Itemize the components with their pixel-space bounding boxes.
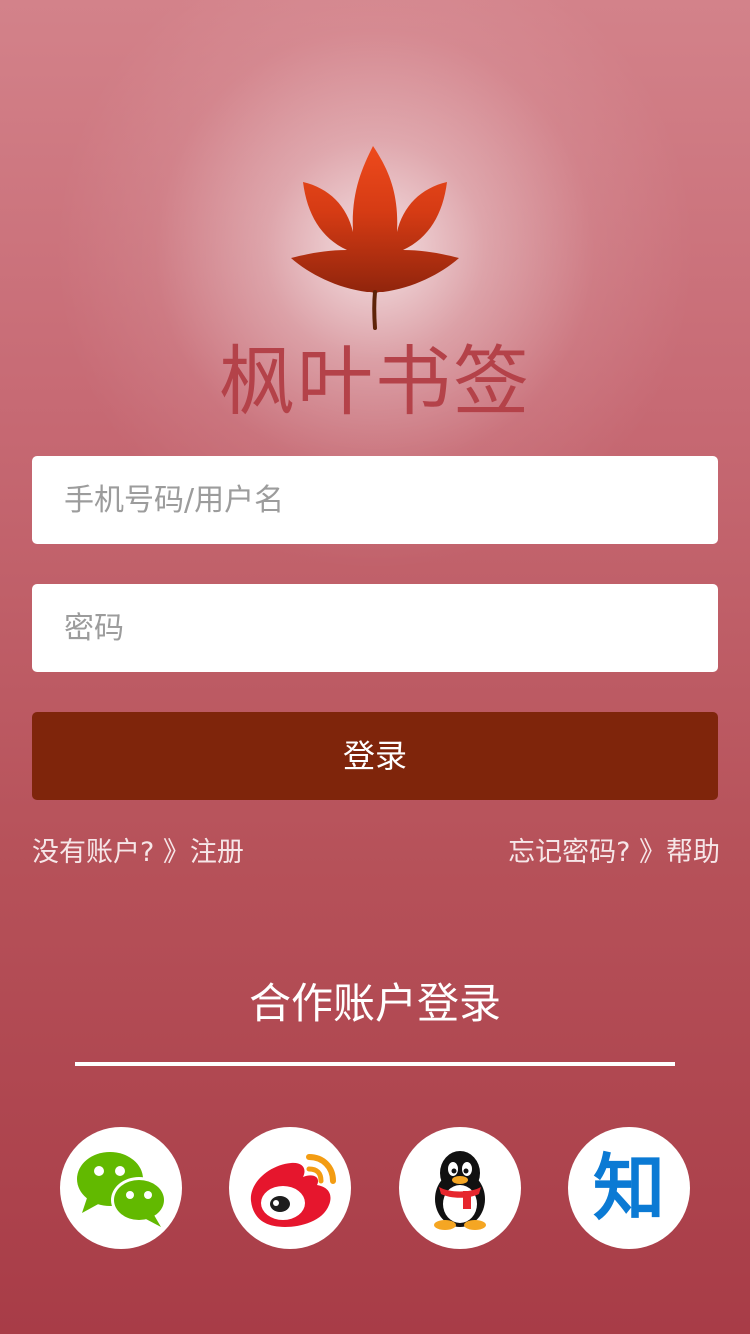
weibo-login-button[interactable] bbox=[229, 1127, 351, 1249]
partner-login-title: 合作账户登录 bbox=[248, 979, 501, 1028]
forgot-password-link[interactable]: 忘记密码? 》帮助 bbox=[508, 832, 720, 874]
login-button[interactable]: 登录 bbox=[32, 712, 718, 800]
qq-login-button[interactable] bbox=[399, 1127, 521, 1249]
username-input[interactable] bbox=[32, 456, 718, 544]
wechat-login-button[interactable] bbox=[60, 1127, 182, 1249]
partner-divider bbox=[75, 1062, 675, 1066]
zhihu-login-button[interactable]: 知 bbox=[568, 1127, 690, 1249]
qq-penguin-icon bbox=[434, 1151, 486, 1230]
app-title: 枫叶书签 bbox=[219, 337, 531, 426]
maple-leaf-icon bbox=[291, 146, 459, 330]
wechat-icon bbox=[77, 1152, 167, 1227]
zhihu-icon: 知 bbox=[592, 1146, 665, 1230]
weibo-icon bbox=[250, 1154, 336, 1227]
password-input[interactable] bbox=[32, 584, 718, 672]
register-link[interactable]: 没有账户? 》注册 bbox=[32, 832, 244, 874]
